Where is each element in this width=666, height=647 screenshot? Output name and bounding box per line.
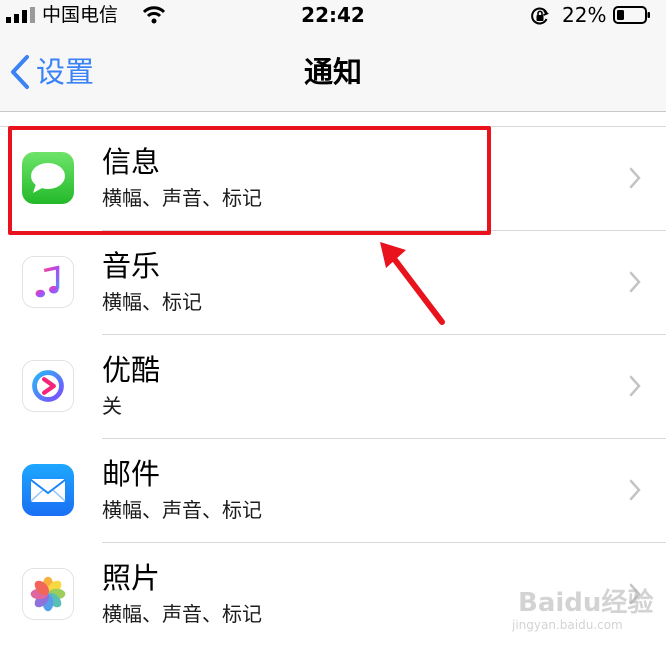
notification-summary: 横幅、声音、标记	[102, 602, 262, 626]
battery-percentage: 22%	[562, 3, 607, 27]
chevron-right-icon	[629, 271, 641, 293]
list-item-mail[interactable]: 邮件 横幅、声音、标记	[0, 439, 666, 543]
orientation-lock-icon	[531, 7, 549, 25]
chevron-right-icon	[629, 167, 641, 189]
status-bar: 中国电信 22:42 22%	[0, 0, 666, 34]
watermark-url: jingyan.baidu.com	[512, 618, 623, 632]
notification-summary: 横幅、声音、标记	[102, 498, 262, 522]
photos-icon	[22, 568, 74, 620]
arrow-annotation-icon	[380, 242, 445, 325]
highlight-annotation	[8, 126, 491, 235]
app-name: 音乐	[102, 249, 161, 283]
app-name: 邮件	[102, 457, 161, 491]
chevron-right-icon	[629, 479, 641, 501]
chevron-right-icon	[629, 375, 641, 397]
baidu-watermark: Baidu经验 jingyan.baidu.com	[508, 572, 658, 640]
app-name: 照片	[102, 561, 161, 595]
navigation-bar: 设置 通知	[0, 34, 666, 112]
youku-icon	[22, 360, 74, 412]
watermark-logo-text: Baidu经验	[518, 588, 654, 618]
notification-summary: 关	[102, 394, 122, 418]
list-item-music[interactable]: 音乐 横幅、标记	[0, 231, 666, 335]
app-name: 优酷	[102, 353, 161, 387]
page-title: 通知	[303, 55, 362, 89]
mail-icon	[22, 464, 74, 516]
list-item-youku[interactable]: 优酷 关	[0, 335, 666, 439]
music-icon	[22, 256, 74, 308]
notification-summary: 横幅、标记	[102, 290, 202, 314]
battery-icon	[613, 6, 650, 24]
